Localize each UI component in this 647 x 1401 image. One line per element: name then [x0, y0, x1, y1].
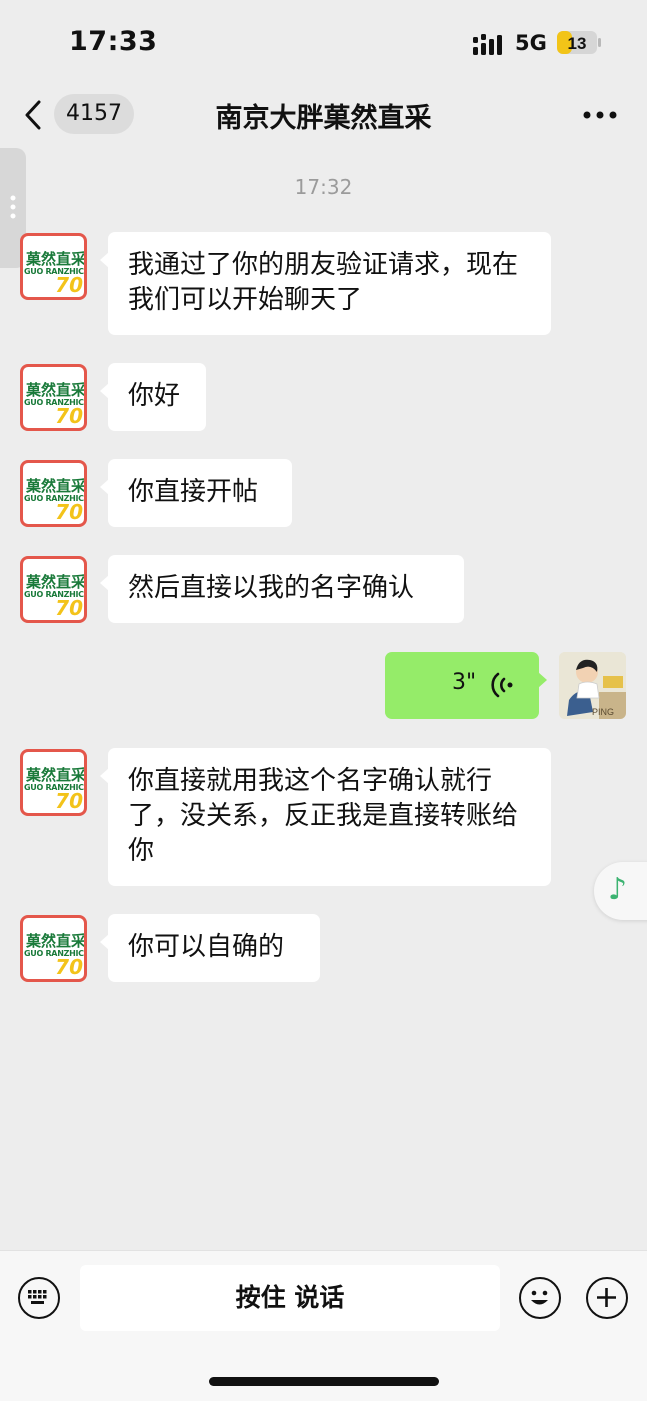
- contact-avatar[interactable]: 菓然直采 GUO RANZHICAI 70: [20, 915, 87, 982]
- hold-to-talk-button[interactable]: 按住 说话: [80, 1265, 500, 1331]
- emoji-icon: [531, 1290, 548, 1305]
- keyboard-icon: [28, 1290, 47, 1304]
- cartoon-boy-avatar-image: PING: [559, 652, 626, 719]
- status-time: 17:33: [69, 26, 158, 57]
- music-note-icon: ♪: [608, 872, 628, 907]
- message-bubble[interactable]: 你直接开帖: [100, 459, 292, 527]
- more-actions-button[interactable]: [586, 1277, 628, 1319]
- contact-avatar[interactable]: 菓然直采 GUO RANZHICAI 70: [20, 749, 87, 816]
- chat-timestamp: 17:32: [294, 175, 353, 199]
- status-bar: 17:33 5G 13: [0, 0, 647, 80]
- more-icon[interactable]: [580, 99, 620, 131]
- message-bubble[interactable]: 你好: [100, 363, 206, 431]
- plus-icon: [597, 1288, 616, 1307]
- my-avatar[interactable]: PING: [559, 652, 626, 719]
- signal-icon: [473, 34, 502, 55]
- back-chevron-icon[interactable]: [22, 100, 44, 130]
- avatar-label: PING: [592, 707, 614, 717]
- voice-message-bubble[interactable]: 3": [385, 652, 547, 719]
- voice-wave-icon: [491, 672, 513, 698]
- contact-avatar[interactable]: 菓然直采 GUO RANZHICAI 70: [20, 556, 87, 623]
- battery-level: 13: [568, 34, 587, 53]
- contact-avatar[interactable]: 菓然直采 GUO RANZHICAI 70: [20, 460, 87, 527]
- home-indicator[interactable]: [209, 1377, 439, 1386]
- contact-avatar[interactable]: 菓然直采 GUO RANZHICAI 70: [20, 364, 87, 431]
- music-float-button[interactable]: ♪: [594, 862, 647, 920]
- keyboard-toggle-button[interactable]: [18, 1277, 60, 1319]
- battery-icon: 13: [557, 31, 601, 54]
- chat-title: 南京大胖菓然直采: [215, 103, 432, 134]
- input-bar: 按住 说话: [0, 1250, 647, 1401]
- message-bubble[interactable]: 你直接就用我这个名字确认就行了，没关系，反正我是直接转账给你: [100, 748, 551, 886]
- message-bubble[interactable]: 你可以自确的: [100, 914, 320, 982]
- voice-duration: 3": [452, 670, 477, 695]
- message-bubble[interactable]: 我通过了你的朋友验证请求，现在我们可以开始聊天了: [100, 232, 551, 335]
- contact-avatar[interactable]: 菓然直采 GUO RANZHICAI 70: [20, 233, 87, 300]
- network-type: 5G: [515, 31, 547, 55]
- unread-count-badge[interactable]: 4157: [54, 94, 134, 134]
- emoji-button[interactable]: [519, 1277, 561, 1319]
- message-bubble[interactable]: 然后直接以我的名字确认: [100, 555, 464, 623]
